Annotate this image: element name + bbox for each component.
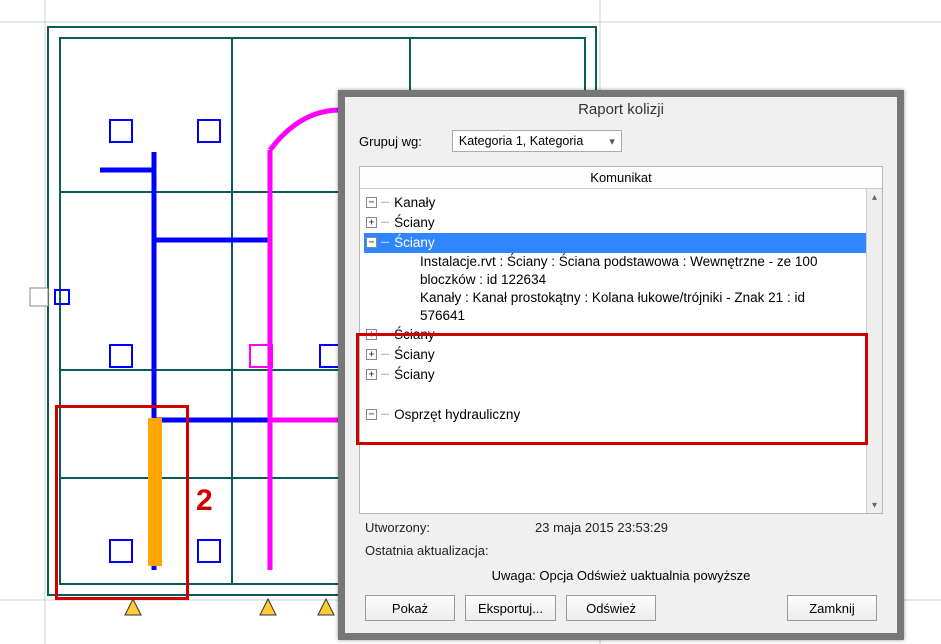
- tree-label: Ściany: [394, 214, 435, 232]
- tree-node-sciany[interactable]: + ┈ Ściany: [364, 345, 866, 365]
- created-label: Utworzony:: [365, 520, 495, 535]
- tree-leaf-wall[interactable]: Instalacje.rvt : Ściany : Ściana podstaw…: [364, 253, 866, 289]
- tree-label: Ściany: [394, 326, 435, 344]
- updated-label: Ostatnia aktualizacja:: [365, 543, 495, 558]
- collision-tree[interactable]: − ┈ Kanały + ┈ Ściany − ┈ Ściany Ins: [360, 189, 866, 513]
- group-by-select[interactable]: Kategoria 1, Kategoria: [452, 130, 622, 152]
- tree-label: Osprzęt hydrauliczny: [394, 406, 520, 424]
- tree-node-kanaly[interactable]: − ┈ Kanały: [364, 193, 866, 213]
- tree-node-sciany[interactable]: + ┈ Ściany: [364, 365, 866, 385]
- tree-label: Ściany: [394, 234, 435, 252]
- tree-node-sciany-selected[interactable]: − ┈ Ściany: [364, 233, 866, 253]
- list-header: Komunikat: [360, 167, 882, 189]
- collapse-icon[interactable]: −: [366, 237, 377, 248]
- tree-node-osprzet[interactable]: − ┈ Osprzęt hydrauliczny: [364, 405, 866, 425]
- refresh-warning: Uwaga: Opcja Odśwież uaktualnia powyższe: [359, 560, 883, 595]
- scroll-down-icon[interactable]: ▾: [867, 497, 882, 513]
- annotation-label-2: 2: [196, 484, 213, 518]
- expand-icon[interactable]: +: [366, 349, 377, 360]
- tree-label: Ściany: [394, 346, 435, 364]
- tree-leaf-duct[interactable]: Kanały : Kanał prostokątny : Kolana łuko…: [364, 289, 866, 325]
- collapse-icon[interactable]: −: [366, 409, 377, 420]
- group-by-value: Kategoria 1, Kategoria: [459, 134, 583, 148]
- export-button[interactable]: Eksportuj...: [465, 595, 556, 621]
- expand-icon[interactable]: +: [366, 217, 377, 228]
- show-button[interactable]: Pokaż: [365, 595, 455, 621]
- collision-report-dialog: Raport kolizji Grupuj wg: Kategoria 1, K…: [338, 90, 904, 640]
- created-value: 23 maja 2015 23:53:29: [535, 520, 668, 535]
- refresh-button[interactable]: Odśwież: [566, 595, 656, 621]
- close-button[interactable]: Zamknij: [787, 595, 877, 621]
- tree-label: Kanały: [394, 194, 435, 212]
- tree-node-sciany[interactable]: + ┈ Ściany: [364, 325, 866, 345]
- tree-node-sciany[interactable]: + ┈ Ściany: [364, 213, 866, 233]
- dialog-title: Raport kolizji: [345, 97, 897, 124]
- tree-label: Ściany: [394, 366, 435, 384]
- expand-icon[interactable]: +: [366, 329, 377, 340]
- tree-filler: [364, 385, 866, 405]
- collapse-icon[interactable]: −: [366, 197, 377, 208]
- group-by-label: Grupuj wg:: [359, 134, 422, 149]
- tree-scrollbar[interactable]: ▴ ▾: [866, 189, 882, 513]
- expand-icon[interactable]: +: [366, 369, 377, 380]
- scroll-up-icon[interactable]: ▴: [867, 189, 882, 205]
